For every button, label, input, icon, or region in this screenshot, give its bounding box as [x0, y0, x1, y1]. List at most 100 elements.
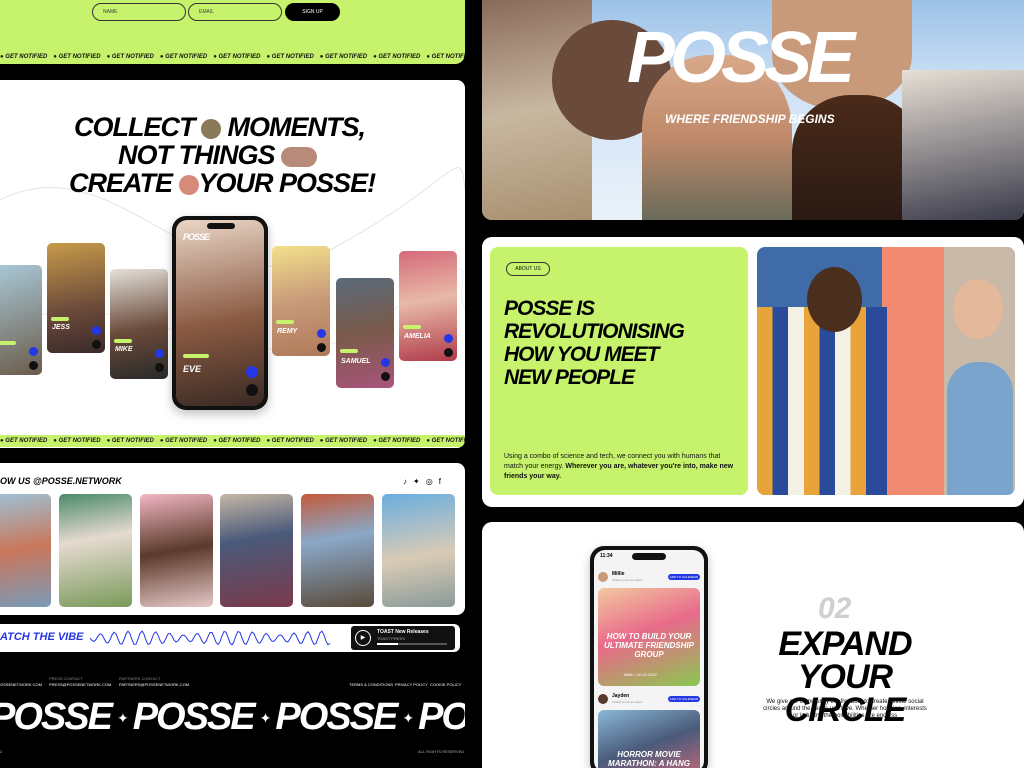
follow-label: OW US [0, 476, 31, 486]
expand-panel: 11:34 Millie Invited you to an event ADD… [482, 522, 1024, 768]
gallery-photo[interactable] [0, 494, 51, 607]
phone-mockup: POSSE EVE [172, 216, 268, 410]
avatar [598, 572, 608, 582]
profile-name: JESS [52, 324, 70, 331]
about-body: Using a combo of science and tech, we co… [504, 453, 734, 480]
ticker-item: ● GET NOTIFIED [319, 54, 368, 60]
avatar [281, 146, 318, 167]
email-field[interactable]: EMAIL [188, 3, 282, 21]
ticker-bottom: ● GET NOTIFIED ● GET NOTIFIED ● GET NOTIFI… [0, 435, 465, 447]
avatar [201, 118, 222, 139]
event-meta: Millie • 02.02.2022 [624, 672, 657, 677]
banner-tagline: WHERE FRIENDSHIP BEGINS [665, 112, 835, 126]
partner-email[interactable]: PARTNERS@POSSENETWORK.COM [119, 682, 189, 687]
track-title: TOAST New Releases [377, 629, 429, 635]
profile-card[interactable] [0, 265, 42, 375]
hero-line-2: NOT THINGS [118, 141, 318, 169]
gallery-photo[interactable] [59, 494, 132, 607]
banner-panel: POSSE WHERE FRIENDSHIP BEGINS [482, 0, 1024, 220]
partner-label: PARTNERS CONTACT [119, 676, 161, 681]
ticker-top: ● GET NOTIFIED ● GET NOTIFIED ● GET NOTIFI… [0, 51, 465, 63]
profile-name: AMELIA [404, 333, 431, 340]
music-player[interactable]: ▶ TOAST New Releases TOAST PRESS [351, 626, 455, 650]
profile-name: SAMUEL [341, 358, 371, 365]
hero-panel: COLLECT MOMENTS, NOT THINGS CREATE YOUR … [0, 80, 465, 448]
hero-line-3: CREATE YOUR POSSE! [69, 168, 376, 198]
tiktok-icon[interactable]: ♪ [403, 477, 413, 486]
event-sub: Invited you to an event [612, 578, 643, 582]
status-time: 11:34 [600, 553, 613, 559]
gallery-photo[interactable] [301, 494, 374, 607]
vibe-label: ATCH THE VIBE [0, 631, 84, 643]
add-to-calendar-button[interactable]: ADD TO CALENDAR [668, 574, 700, 580]
ticker-item: ● GET NOTIFIED [53, 438, 101, 444]
signup-panel: NAME EMAIL SIGN UP ● GET NOTIFIED ● GET N… [0, 0, 465, 64]
cookie-link[interactable]: COOKIE POLICY [430, 682, 461, 687]
about-photo [757, 247, 1015, 495]
about-headline: POSSE IS REVOLUTIONISING HOW YOU MEET NEW P… [504, 297, 685, 389]
gallery-photo[interactable] [220, 494, 293, 607]
follow-handle[interactable]: @POSSE.NETWORK [33, 476, 122, 486]
event-title: HOW TO BUILD YOUR ULTIMATE FRIENDSHIP GR… [604, 632, 694, 659]
twitter-icon[interactable]: ✦ [413, 477, 426, 486]
footer-email[interactable]: OSSENETWORK.COM [0, 682, 42, 687]
add-to-calendar-button[interactable]: ADD TO CALENDAR [668, 696, 700, 702]
event-sub: Invited you to an event [612, 700, 643, 704]
profile-name: MIKE [115, 346, 133, 353]
facebook-icon[interactable]: f [439, 477, 447, 486]
waveform [90, 630, 330, 646]
about-panel: ABOUT US POSSE IS REVOLUTIONISING HOW YOU … [482, 237, 1024, 507]
profile-name: EVE [183, 364, 202, 374]
expand-body: We give our community the freedom to cre… [763, 699, 927, 719]
progress-bar[interactable] [377, 643, 447, 645]
profile-card[interactable]: SAMUEL [336, 278, 394, 388]
ticker-item: ● GET NOTIFIED [373, 54, 421, 60]
ticker-item: ● GET NOTIFIED [426, 438, 465, 444]
profile-card[interactable]: MIKE [110, 269, 168, 379]
track-artist: TOAST PRESS [377, 636, 405, 641]
hero-line-1: COLLECT MOMENTS, [74, 112, 366, 142]
event-card[interactable]: HORROR MOVIE MARATHON: A HANG [598, 710, 700, 768]
social-icons: ♪✦◎f [403, 477, 447, 486]
ticker-item: ● GET NOTIFIED [106, 438, 154, 444]
event-user: Jayden [612, 693, 630, 699]
section-number: 02 [818, 592, 852, 625]
gallery-photo[interactable] [382, 494, 455, 607]
avatar [598, 694, 608, 704]
profile-card[interactable]: JESS [47, 243, 105, 353]
press-email[interactable]: PRESS@POSSENETWORK.COM [49, 682, 111, 687]
follow-panel: OW US @POSSE.NETWORK ♪✦◎f [0, 463, 465, 615]
ticker-item: ● GET NOTIFIED [53, 54, 101, 60]
play-icon[interactable]: ▶ [355, 630, 371, 646]
profile-name: REMY [277, 328, 298, 335]
ticker-item: ● GET NOTIFIED [266, 54, 314, 60]
footer-wordmark: POSSE✦POSSE✦POSSE✦POSSE✦POSSE [0, 696, 465, 738]
ticker-item: ● GET NOTIFIED [426, 54, 465, 60]
profile-card[interactable]: AMELIA [399, 251, 457, 361]
press-label: PRESS CONTACT [49, 676, 83, 681]
event-card[interactable]: HOW TO BUILD YOUR ULTIMATE FRIENDSHIP GR… [598, 588, 700, 686]
ticker-item: ● GET NOTIFIED [0, 438, 48, 444]
ticker-item: ● GET NOTIFIED [266, 438, 314, 444]
ticker-item: ● GET NOTIFIED [159, 438, 208, 444]
about-us-pill[interactable]: ABOUT US [506, 262, 550, 276]
ticker-item: ● GET NOTIFIED [0, 54, 48, 60]
ticker-item: ● GET NOTIFIED [373, 438, 421, 444]
ticker-item: ● GET NOTIFIED [159, 54, 208, 60]
privacy-link[interactable]: PRIVACY POLICY [395, 682, 428, 687]
phone-mockup: 11:34 Millie Invited you to an event ADD… [590, 546, 708, 768]
ticker-item: ● GET NOTIFIED [106, 54, 154, 60]
sign-up-button[interactable]: SIGN UP [285, 3, 340, 21]
event-title: HORROR MOVIE MARATHON: A HANG [608, 750, 690, 768]
gallery-photo[interactable] [140, 494, 213, 607]
event-user: Millie [612, 571, 625, 577]
instagram-icon[interactable]: ◎ [426, 477, 439, 486]
ticker-item: ● GET NOTIFIED [213, 438, 261, 444]
copyright: 2 [0, 749, 3, 754]
terms-link[interactable]: TERMS & CONDITIONS [349, 682, 393, 687]
person-photo [902, 70, 1024, 220]
profile-card[interactable]: REMY [272, 246, 330, 356]
avatar [178, 174, 199, 195]
footer: OSSENETWORK.COM PRESS CONTACT PRESS@POSS… [0, 668, 465, 768]
name-field[interactable]: NAME [92, 3, 186, 21]
